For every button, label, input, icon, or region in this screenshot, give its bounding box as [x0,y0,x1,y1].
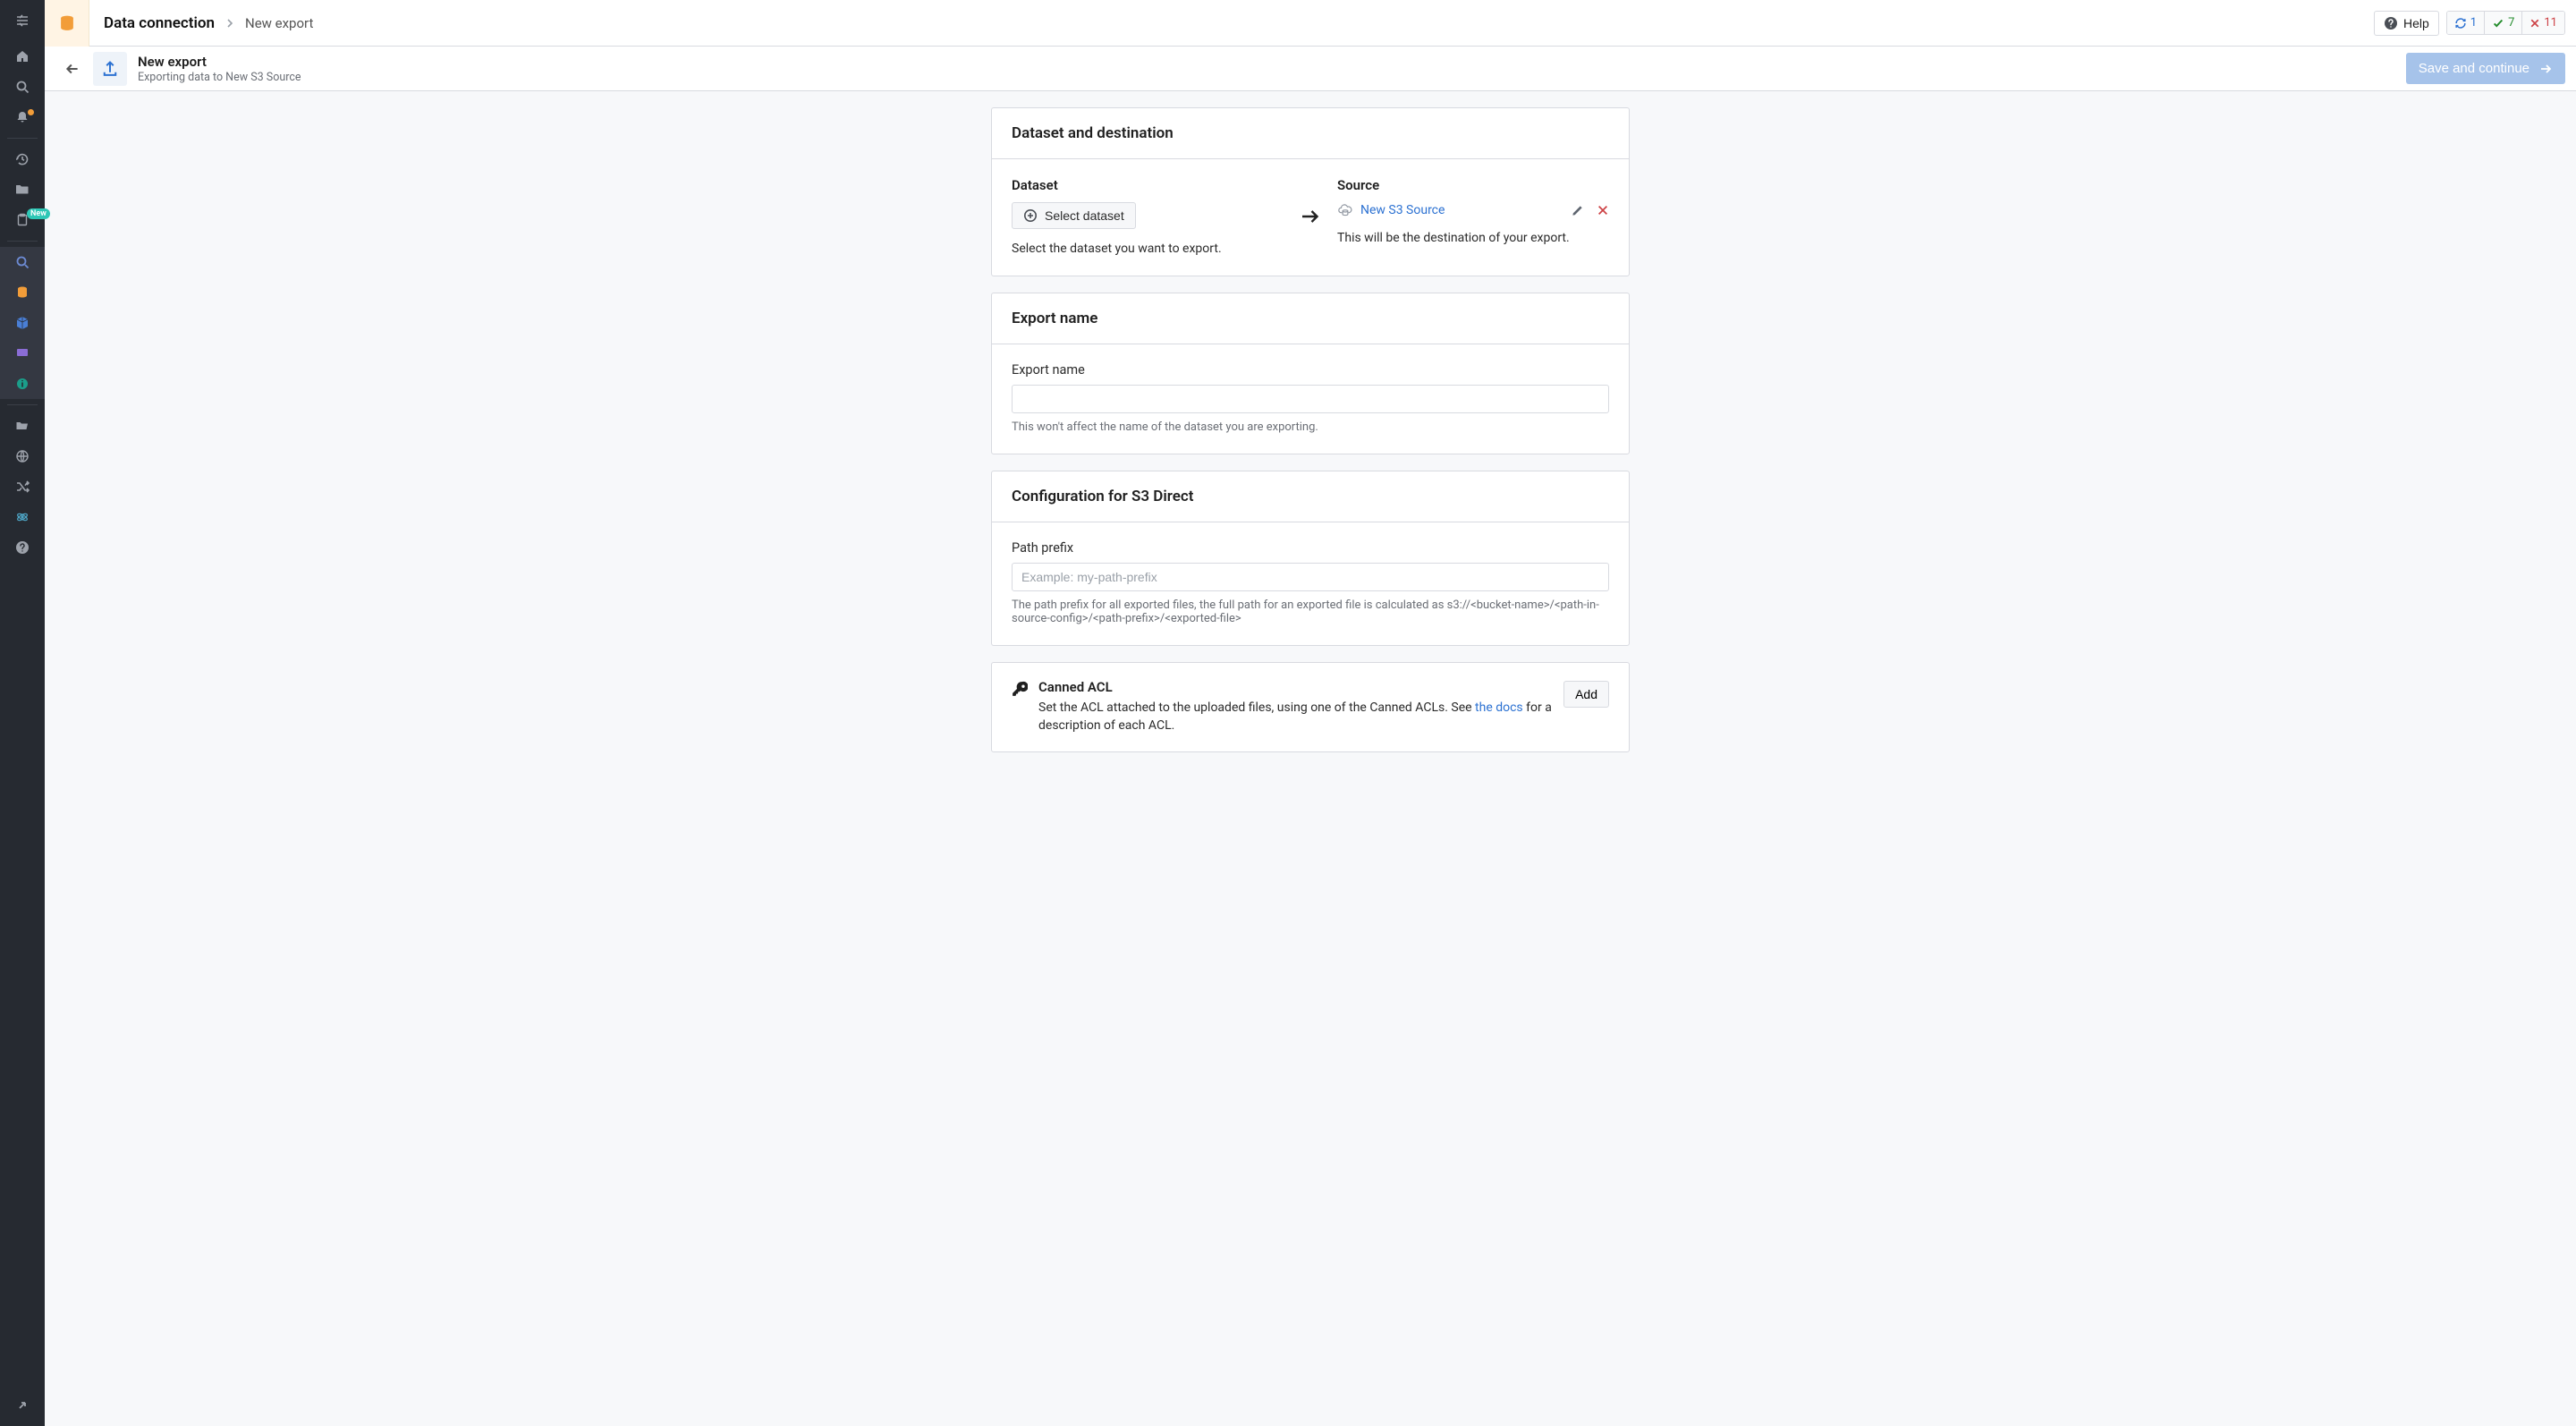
nav-atom[interactable] [0,502,45,532]
nav-files[interactable] [0,174,45,205]
status-ok-count: 7 [2508,16,2514,30]
status-errors-count: 11 [2544,16,2557,30]
cloud-s3-icon [1337,202,1353,218]
help-label: Help [2403,16,2429,30]
nav-divider [7,138,38,139]
acl-description: Set the ACL attached to the uploaded fil… [1038,699,1553,735]
source-link[interactable]: New S3 Source [1360,203,1445,217]
breadcrumb: Data connection New export [104,14,313,32]
source-label: Source [1337,177,1609,193]
nav-toggle[interactable] [0,0,45,41]
export-name-hint: This won't affect the name of the datase… [1012,420,1609,434]
status-syncing-count: 1 [2470,16,2477,30]
topbar: Data connection New export Help 1 7 [45,0,2576,47]
nav-data-connection[interactable] [0,277,45,308]
key-icon [1012,679,1028,735]
s3-config-card: Configuration for S3 Direct Path prefix … [991,471,1630,646]
content: Dataset and destination Dataset Select d… [45,91,2576,1426]
subheader: New export Exporting data to New S3 Sour… [45,47,2576,91]
nav-open-folder[interactable] [0,411,45,441]
nav-explore[interactable] [0,247,45,277]
card-header: Dataset and destination [992,108,1629,159]
select-dataset-label: Select dataset [1045,208,1124,223]
app-icon[interactable] [45,0,89,47]
save-label: Save and continue [2419,61,2529,76]
acl-docs-link[interactable]: the docs [1475,700,1523,715]
canned-acl-card: Canned ACL Set the ACL attached to the u… [991,662,1630,752]
topbar-actions: Help 1 7 11 [2374,11,2565,36]
add-acl-label: Add [1575,687,1597,701]
check-icon [2492,17,2504,30]
x-icon [2529,18,2540,29]
new-badge: New [27,208,50,219]
status-chips: 1 7 11 [2446,11,2565,35]
nav-monitor[interactable] [0,338,45,369]
dataset-destination-card: Dataset and destination Dataset Select d… [991,107,1630,276]
plus-circle-icon [1023,208,1038,223]
arrow-right-icon [1284,177,1337,227]
upload-icon [101,60,119,78]
chevron-right-icon [225,14,234,32]
breadcrumb-current: New export [245,15,313,31]
dataset-column: Dataset Select dataset Select the datase… [1012,177,1284,256]
path-prefix-input[interactable] [1012,563,1609,591]
edit-source-button[interactable] [1571,204,1584,217]
save-and-continue-button[interactable]: Save and continue [2406,53,2565,84]
acl-title: Canned ACL [1038,679,1553,695]
nav-sidebar: New [0,0,45,1426]
nav-clipboard[interactable]: New [0,205,45,235]
arrow-right-icon [2538,62,2553,76]
card-header: Export name [992,293,1629,344]
nav-globe[interactable] [0,441,45,471]
export-name-card: Export name Export name This won't affec… [991,293,1630,454]
source-column: Source New S3 Source [1337,177,1609,245]
nav-search[interactable] [0,72,45,102]
source-helper: This will be the destination of your exp… [1337,231,1609,245]
nav-notifications[interactable] [0,102,45,132]
nav-info[interactable] [0,369,45,399]
page-title: New export [138,54,301,70]
card-header: Configuration for S3 Direct [992,471,1629,522]
add-acl-button[interactable]: Add [1563,681,1609,708]
main: Data connection New export Help 1 7 [45,0,2576,1426]
breadcrumb-root[interactable]: Data connection [104,14,215,32]
path-prefix-label: Path prefix [1012,540,1609,556]
status-ok[interactable]: 7 [2484,12,2521,34]
nav-expand[interactable] [0,1385,45,1426]
nav-cube[interactable] [0,308,45,338]
nav-history[interactable] [0,144,45,174]
pencil-icon [1571,204,1584,217]
export-name-input[interactable] [1012,385,1609,413]
nav-divider [7,241,38,242]
page-subtitle: Exporting data to New S3 Source [138,71,301,84]
nav-divider [7,404,38,405]
help-button[interactable]: Help [2374,11,2439,36]
export-name-label: Export name [1012,362,1609,378]
nav-help[interactable] [0,532,45,563]
refresh-icon [2454,17,2467,30]
path-prefix-hint: The path prefix for all exported files, … [1012,598,1609,625]
database-icon [58,14,76,32]
notification-dot-icon [28,109,34,115]
x-icon [1597,204,1609,216]
status-syncing[interactable]: 1 [2447,12,2484,34]
arrow-left-icon [64,61,80,77]
status-errors[interactable]: 11 [2521,12,2564,34]
remove-source-button[interactable] [1597,204,1609,217]
nav-shuffle[interactable] [0,471,45,502]
dataset-label: Dataset [1012,177,1284,193]
select-dataset-button[interactable]: Select dataset [1012,202,1136,229]
back-button[interactable] [55,52,89,86]
dataset-helper: Select the dataset you want to export. [1012,242,1284,256]
page-title-block: New export Exporting data to New S3 Sour… [138,54,301,84]
export-icon-tile [93,52,127,86]
nav-home[interactable] [0,41,45,72]
help-icon [2384,16,2398,30]
